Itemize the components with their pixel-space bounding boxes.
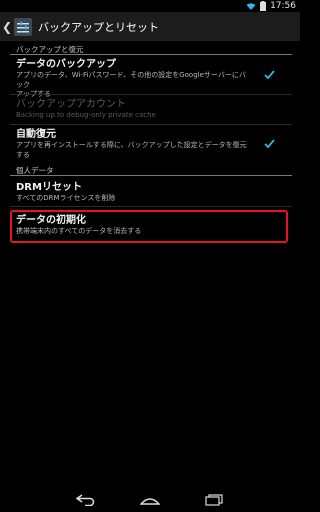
data-backup-checkbox[interactable] (264, 69, 275, 80)
drm-reset-title: DRMリセット (16, 182, 82, 193)
item-divider (10, 124, 292, 125)
auto-restore-summary-line2: する (16, 150, 30, 159)
status-icons: 17:56 (246, 0, 296, 12)
backup-account-summary: Backing up to debug-only private cache (16, 111, 156, 119)
backup-account-item: バックアップアカウント Backing up to debug-only pri… (16, 98, 252, 121)
auto-restore-item[interactable]: 自動復元 アプリを再インストールする際に、バックアップした設定とデータを復元 す… (16, 128, 252, 160)
action-bar: ❮ バックアップとリセット (0, 12, 300, 41)
wifi-icon (246, 2, 256, 10)
battery-icon (260, 1, 267, 11)
home-icon (140, 498, 160, 505)
status-time: 17:56 (270, 1, 296, 11)
highlight-box (10, 210, 288, 243)
drm-reset-item[interactable]: DRMリセット すべてのDRMライセンスを削除 (16, 181, 252, 204)
recents-icon (205, 494, 223, 506)
page-title: バックアップとリセット (38, 20, 159, 34)
data-backup-summary-line1: アプリのデータ、Wi-Fiパスワード、その他の設定をGoogleサーバーにバック (16, 71, 246, 89)
backup-account-title: バックアップアカウント (16, 99, 126, 110)
settings-app-icon[interactable] (14, 17, 32, 36)
section-divider (10, 175, 292, 176)
data-backup-title: データのバックアップ (16, 59, 116, 70)
status-bar: 17:56 (0, 0, 300, 12)
back-icon (76, 494, 95, 506)
item-divider (10, 94, 292, 95)
navigation-bar (0, 488, 300, 512)
drm-reset-summary: すべてのDRMライセンスを削除 (16, 194, 116, 202)
section-divider (10, 54, 292, 55)
auto-restore-summary-line1: アプリを再インストールする際に、バックアップした設定とデータを復元 (16, 141, 247, 149)
auto-restore-title: 自動復元 (16, 129, 56, 140)
auto-restore-checkbox[interactable] (264, 138, 275, 149)
nav-recents-button[interactable] (202, 492, 226, 508)
item-divider (10, 206, 292, 207)
nav-home-button[interactable] (138, 492, 162, 508)
up-navigation-icon[interactable]: ❮ (2, 20, 12, 34)
nav-back-button[interactable] (74, 492, 98, 508)
